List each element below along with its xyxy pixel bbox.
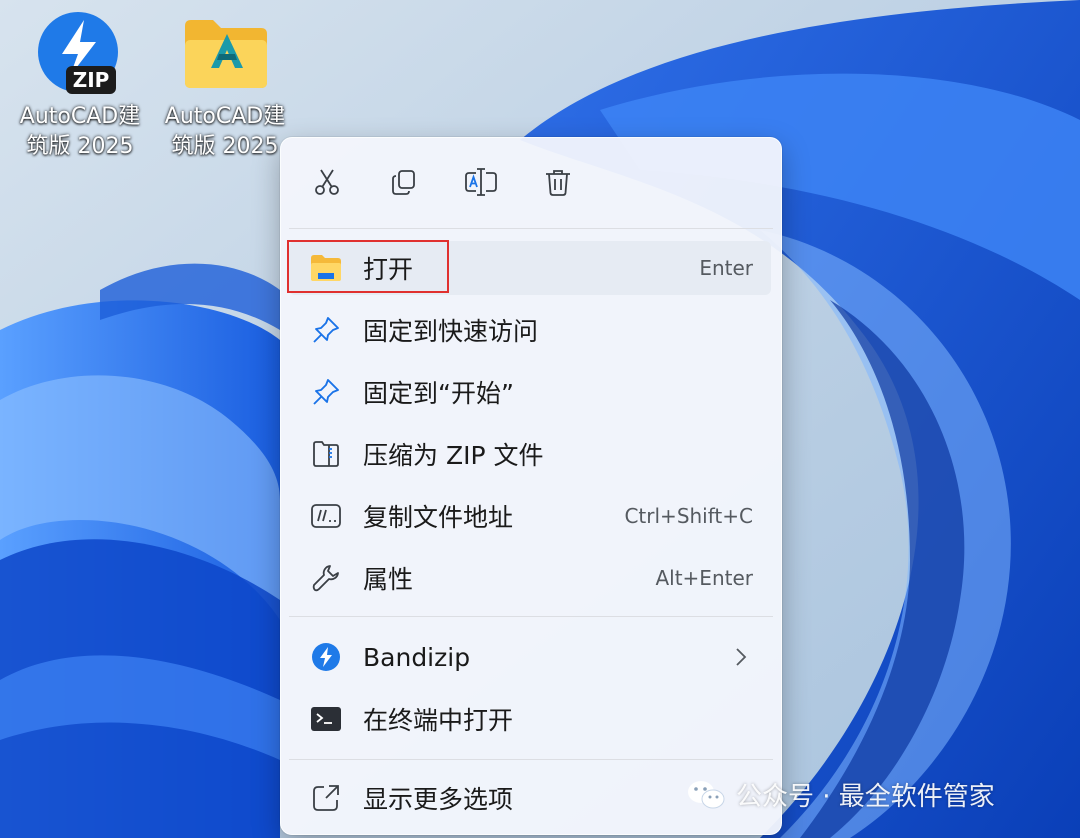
menu-item-compress-zip[interactable]: 压缩为 ZIP 文件 <box>289 427 771 481</box>
terminal-icon <box>289 692 353 746</box>
context-menu-toolbar <box>281 138 781 230</box>
rename-icon <box>464 167 498 201</box>
menu-item-label: 压缩为 ZIP 文件 <box>363 441 544 470</box>
menu-separator <box>289 616 773 617</box>
chevron-right-icon <box>735 647 747 667</box>
cut-button[interactable] <box>303 160 351 208</box>
folder-icon <box>289 241 353 295</box>
pin-icon <box>289 303 353 357</box>
menu-item-pin-quick-access[interactable]: 固定到快速访问 <box>289 303 771 357</box>
menu-item-shortcut: Alt+Enter <box>655 566 753 590</box>
desktop-icon-folder[interactable]: AutoCAD建 筑版 2025 <box>155 8 295 162</box>
menu-item-label: 固定到快速访问 <box>363 317 539 346</box>
rename-button[interactable] <box>457 160 505 208</box>
menu-item-pin-start[interactable]: 固定到“开始” <box>289 365 771 419</box>
menu-item-copy-path[interactable]: 复制文件地址 Ctrl+Shift+C <box>289 489 771 543</box>
delete-button[interactable] <box>534 160 582 208</box>
pin-icon <box>289 365 353 419</box>
menu-item-properties[interactable]: 属性 Alt+Enter <box>289 551 771 605</box>
watermark: 公众号 · 最全软件管家 <box>686 776 995 813</box>
wrench-icon <box>289 551 353 605</box>
menu-item-label: 属性 <box>363 565 414 594</box>
menu-item-label: 固定到“开始” <box>363 379 514 408</box>
menu-separator <box>289 228 773 229</box>
copy-icon <box>389 167 419 201</box>
copy-button[interactable] <box>380 160 428 208</box>
bandizip-icon <box>289 630 353 684</box>
delete-icon <box>543 167 573 201</box>
desktop-icon-zip[interactable]: ZIP AutoCAD建 筑版 2025 <box>10 8 150 162</box>
wechat-icon <box>686 778 726 812</box>
menu-separator <box>289 759 773 760</box>
menu-item-label: 复制文件地址 <box>363 503 514 532</box>
menu-item-label: 打开 <box>363 255 414 284</box>
cut-icon <box>312 167 342 201</box>
context-menu: 打开 Enter 固定到快速访问 固定到“开始” 压缩为 ZIP 文件 复制文件… <box>280 137 782 835</box>
menu-item-open-terminal[interactable]: 在终端中打开 <box>289 692 771 746</box>
menu-item-open[interactable]: 打开 Enter <box>289 241 771 295</box>
zip-badge-text: ZIP <box>73 68 110 92</box>
desktop-icon-label: AutoCAD建 筑版 2025 <box>19 104 141 159</box>
show-more-icon <box>289 771 353 825</box>
menu-item-shortcut: Enter <box>699 256 753 280</box>
copy-path-icon <box>289 489 353 543</box>
desktop-icon-label: AutoCAD建 筑版 2025 <box>164 104 286 159</box>
menu-item-label: Bandizip <box>363 642 471 672</box>
zip-folder-icon <box>289 427 353 481</box>
menu-item-bandizip[interactable]: Bandizip <box>289 630 771 684</box>
watermark-text: 公众号 · 最全软件管家 <box>736 782 995 812</box>
folder-autocad-icon <box>179 8 271 100</box>
menu-item-label: 在终端中打开 <box>363 706 514 735</box>
menu-item-shortcut: Ctrl+Shift+C <box>624 504 753 528</box>
bandizip-zip-icon: ZIP <box>34 8 126 100</box>
